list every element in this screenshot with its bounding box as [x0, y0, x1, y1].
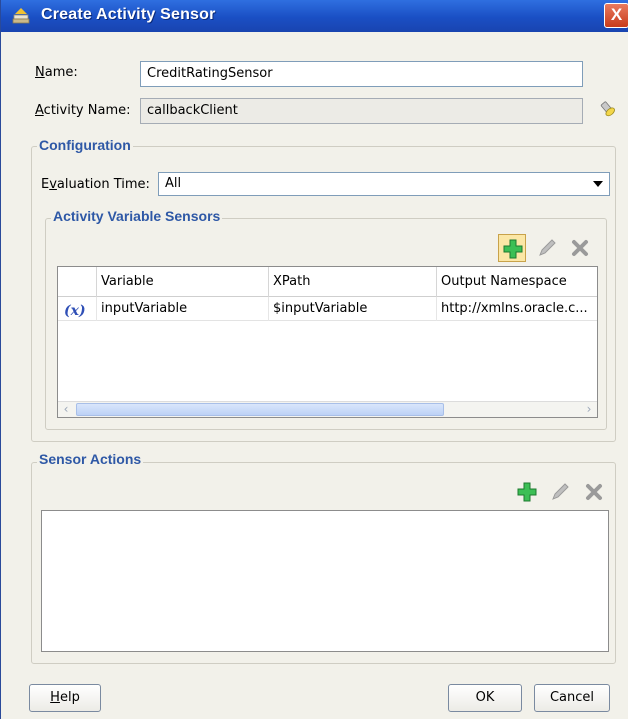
sensor-actions-list[interactable] — [41, 510, 609, 652]
dialog-title: Create Activity Sensor — [41, 6, 216, 23]
create-activity-sensor-dialog: Create Activity Sensor X Name: CreditRat… — [0, 0, 628, 719]
edit-sensor-action-button[interactable] — [546, 478, 574, 506]
column-header-output-namespace[interactable]: Output Namespace — [436, 267, 597, 297]
sensor-actions-title: Sensor Actions — [37, 451, 144, 467]
plus-icon — [517, 482, 537, 502]
close-button[interactable]: X — [604, 3, 628, 28]
configuration-title: Configuration — [37, 137, 133, 153]
evaluation-time-label: Evaluation Time: — [41, 177, 150, 192]
pencil-icon — [552, 483, 569, 500]
delete-variable-sensor-button[interactable] — [566, 234, 594, 262]
name-label: Name: — [35, 65, 78, 80]
activity-variable-sensors-title: Activity Variable Sensors — [51, 208, 223, 224]
table-header: Variable XPath Output Namespace — [58, 267, 597, 297]
add-sensor-action-button[interactable] — [513, 478, 541, 506]
variable-cell: inputVariable — [96, 297, 268, 321]
edit-variable-sensor-button[interactable] — [533, 234, 561, 262]
activity-name-label: Activity Name: — [35, 103, 131, 118]
delete-x-icon — [586, 484, 602, 500]
add-variable-sensor-button[interactable] — [498, 234, 526, 262]
activity-name-field: callbackClient — [140, 98, 583, 124]
close-icon: X — [610, 5, 623, 24]
chevron-down-icon[interactable] — [593, 181, 603, 187]
evaluation-time-select[interactable]: All — [158, 172, 610, 196]
column-header-variable[interactable]: Variable — [96, 267, 268, 297]
help-button[interactable]: Help — [29, 684, 101, 712]
variable-icon: (x) — [64, 303, 86, 319]
browse-flashlight-icon[interactable] — [597, 98, 617, 118]
scrollbar-thumb[interactable] — [76, 403, 444, 416]
title-bar[interactable]: Create Activity Sensor X — [1, 0, 628, 32]
pencil-icon — [539, 239, 556, 256]
xpath-cell: $inputVariable — [268, 297, 436, 321]
variable-type-cell: (x) — [58, 297, 96, 321]
plus-icon — [503, 239, 523, 259]
output-namespace-cell: http://xmlns.oracle.c... — [436, 297, 597, 321]
sensor-app-icon — [12, 8, 30, 24]
cancel-button[interactable]: Cancel — [534, 684, 610, 712]
horizontal-scrollbar[interactable]: ‹ › — [58, 401, 597, 417]
delete-sensor-action-button[interactable] — [580, 478, 608, 506]
scroll-right-icon[interactable]: › — [581, 402, 597, 417]
delete-x-icon — [572, 240, 588, 256]
table-row[interactable]: (x) inputVariable $inputVariable http://… — [58, 297, 597, 321]
evaluation-time-value: All — [165, 176, 182, 191]
ok-button[interactable]: OK — [448, 684, 522, 712]
scroll-left-icon[interactable]: ‹ — [58, 402, 74, 417]
variable-sensors-table: Variable XPath Output Namespace (x) inpu… — [57, 266, 598, 418]
name-field[interactable]: CreditRatingSensor — [140, 61, 583, 87]
column-header-xpath[interactable]: XPath — [268, 267, 436, 297]
icon-column-header — [58, 267, 96, 297]
